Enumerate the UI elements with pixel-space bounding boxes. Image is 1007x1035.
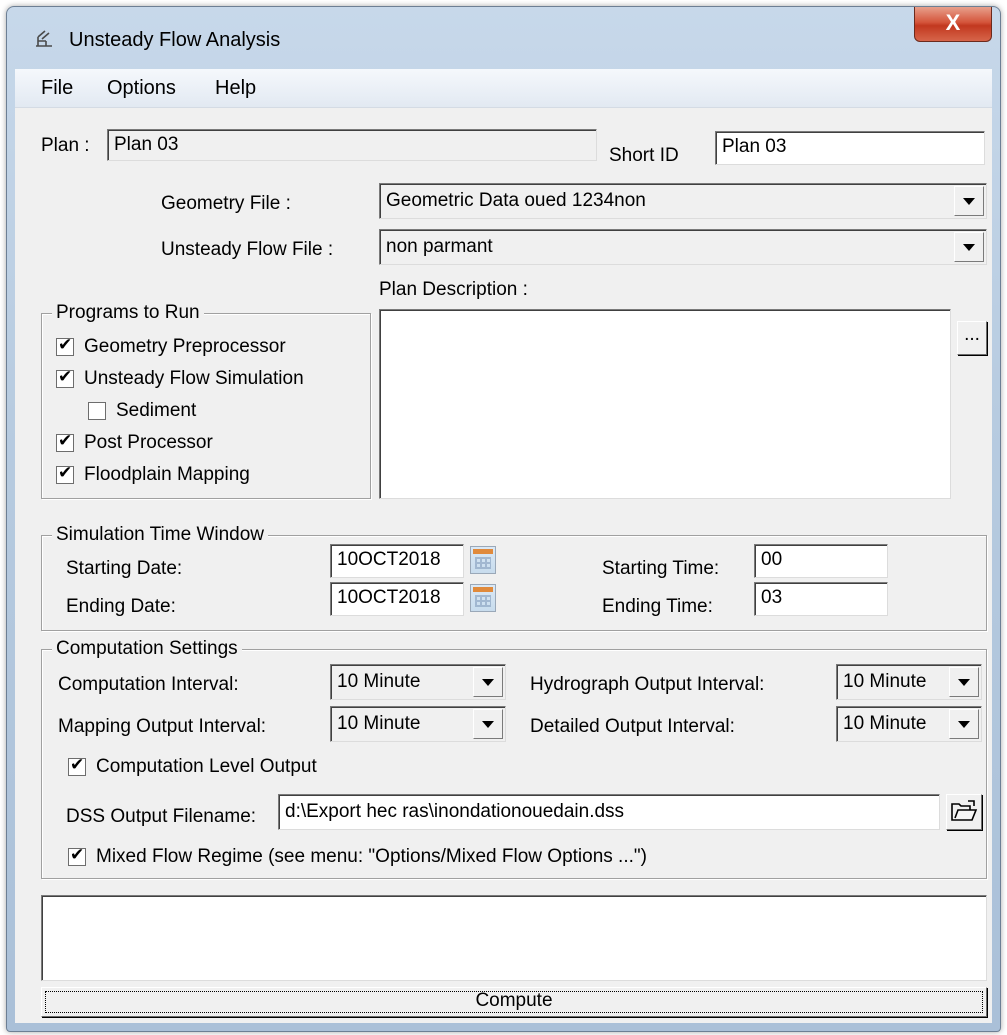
unsteady-flow-simulation-checkbox[interactable]: Unsteady Flow Simulation — [56, 367, 304, 390]
chevron-down-icon[interactable] — [954, 232, 984, 262]
checkbox-checked-icon[interactable] — [56, 463, 74, 484]
ending-date-label: Ending Date: — [66, 596, 176, 617]
app-icon — [36, 30, 52, 47]
starting-date-input[interactable]: 10OCT2018 — [330, 544, 464, 578]
programs-to-run-group: Programs to Run Geometry Preprocessor Un… — [41, 302, 371, 499]
close-button[interactable]: X — [914, 7, 992, 42]
computation-interval-label: Computation Interval: — [58, 674, 239, 695]
computation-settings-title: Computation Settings — [52, 638, 242, 660]
ending-time-label: Ending Time: — [602, 596, 713, 617]
checkbox-checked-icon[interactable] — [68, 845, 86, 866]
computation-settings-group: Computation Settings Computation Interva… — [41, 638, 987, 879]
calendar-icon[interactable] — [470, 584, 496, 612]
programs-to-run-title: Programs to Run — [52, 302, 204, 324]
checkbox-checked-icon[interactable] — [56, 367, 74, 388]
compute-button[interactable]: Compute — [41, 987, 987, 1017]
computation-level-output-checkbox[interactable]: Computation Level Output — [68, 755, 317, 778]
dss-output-filename-input[interactable]: d:\Export hec ras\inondationouedain.dss — [278, 794, 940, 830]
checkbox-checked-icon[interactable] — [68, 755, 86, 776]
short-id-input[interactable]: Plan 03 — [715, 131, 985, 165]
plan-field: Plan 03 — [107, 129, 597, 161]
starting-time-label: Starting Time: — [602, 558, 720, 579]
chevron-down-icon[interactable] — [949, 709, 979, 739]
detailed-output-interval-select[interactable]: 10 Minute — [836, 706, 982, 742]
status-textbox — [41, 895, 987, 981]
post-processor-checkbox[interactable]: Post Processor — [56, 431, 213, 454]
plan-description-textarea[interactable] — [379, 309, 951, 499]
chevron-down-icon[interactable] — [473, 667, 503, 697]
menu-bar: File Options Help — [15, 69, 992, 108]
hydrograph-output-interval-label: Hydrograph Output Interval: — [530, 674, 765, 695]
geometry-file-label: Geometry File : — [161, 193, 291, 214]
client-area: File Options Help Plan : Plan 03 Short I… — [15, 69, 992, 1023]
geometry-file-select[interactable]: Geometric Data oued 1234non — [379, 183, 987, 219]
mixed-flow-regime-checkbox[interactable]: Mixed Flow Regime (see menu: "Options/Mi… — [68, 845, 647, 868]
menu-options[interactable]: Options — [107, 77, 176, 100]
starting-time-input[interactable]: 00 — [754, 544, 888, 578]
plan-description-label: Plan Description : — [379, 279, 528, 300]
dss-output-filename-label: DSS Output Filename: — [66, 806, 257, 827]
app-window: Unsteady Flow Analysis X File Options He… — [6, 6, 1001, 1032]
ending-time-input[interactable]: 03 — [754, 582, 888, 616]
menu-file[interactable]: File — [41, 77, 73, 100]
short-id-label: Short ID — [609, 145, 679, 166]
chevron-down-icon[interactable] — [949, 667, 979, 697]
sediment-checkbox[interactable]: Sediment — [88, 400, 196, 422]
computation-interval-select[interactable]: 10 Minute — [330, 664, 506, 700]
open-folder-button[interactable] — [946, 794, 982, 830]
chevron-down-icon[interactable] — [473, 709, 503, 739]
hydrograph-output-interval-select[interactable]: 10 Minute — [836, 664, 982, 700]
unsteady-flow-file-label: Unsteady Flow File : — [161, 239, 334, 260]
checkbox-checked-icon[interactable] — [56, 431, 74, 452]
chevron-down-icon[interactable] — [954, 186, 984, 216]
window-title: Unsteady Flow Analysis — [69, 29, 281, 51]
checkbox-unchecked-icon[interactable] — [88, 402, 106, 420]
simulation-time-window-title: Simulation Time Window — [52, 524, 269, 546]
plan-label: Plan : — [41, 135, 90, 156]
floodplain-mapping-checkbox[interactable]: Floodplain Mapping — [56, 463, 250, 486]
geometry-preprocessor-checkbox[interactable]: Geometry Preprocessor — [56, 335, 286, 358]
mapping-output-interval-label: Mapping Output Interval: — [58, 716, 267, 737]
unsteady-flow-file-select[interactable]: non parmant — [379, 229, 987, 265]
starting-date-label: Starting Date: — [66, 558, 183, 579]
ending-date-input[interactable]: 10OCT2018 — [330, 582, 464, 616]
menu-help[interactable]: Help — [215, 77, 256, 100]
open-folder-icon — [951, 800, 978, 821]
mapping-output-interval-select[interactable]: 10 Minute — [330, 706, 506, 742]
description-more-button[interactable]: ... — [957, 321, 987, 355]
simulation-time-window-group: Simulation Time Window Starting Date: 10… — [41, 524, 987, 631]
title-bar[interactable]: Unsteady Flow Analysis X — [7, 7, 1000, 69]
calendar-icon[interactable] — [470, 546, 496, 574]
detailed-output-interval-label: Detailed Output Interval: — [530, 716, 735, 737]
checkbox-checked-icon[interactable] — [56, 335, 74, 356]
